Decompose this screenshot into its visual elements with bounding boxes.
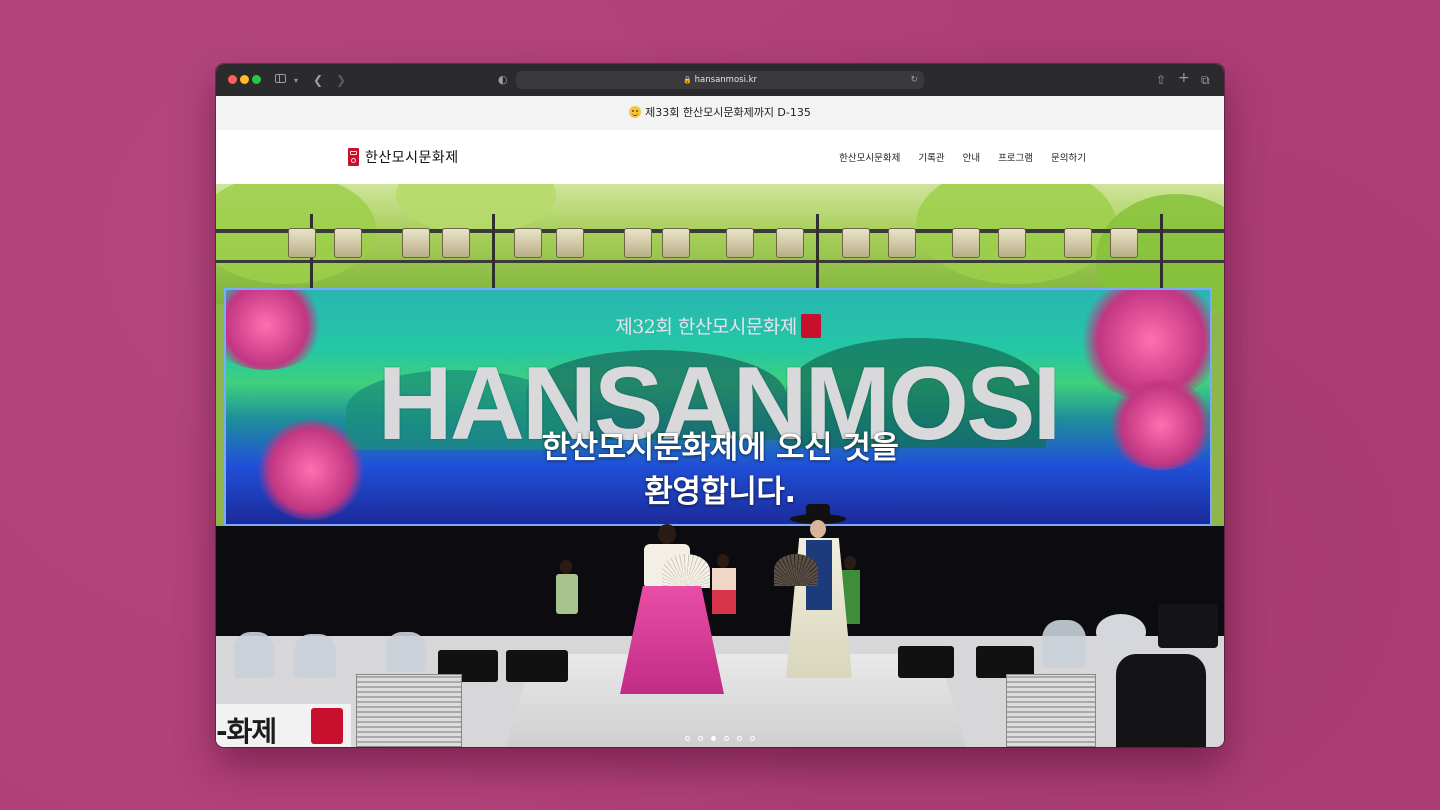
mosi-lantern: [1110, 228, 1138, 258]
slider-dot-1[interactable]: [685, 736, 690, 741]
mosi-lantern: [442, 228, 470, 258]
mosi-lantern: [288, 228, 316, 258]
browser-window: ▾ ❮ ❯ ◐ 🔒 hansanmosi.kr ↻ ⇧ + ⧉ 제33회 한산모시…: [216, 64, 1224, 747]
slider-dot-2[interactable]: [698, 736, 703, 741]
seal-logo-icon: [348, 148, 359, 166]
stage-truss: [216, 260, 1224, 263]
hand-fan: [662, 554, 710, 588]
nav-item-festival[interactable]: 한산모시문화제: [839, 150, 900, 164]
covered-equipment: [386, 632, 426, 672]
hero-slider: 제32회 한산모시문화제 HANSANMOSI -화제 한산모시문화제에 오신 …: [216, 184, 1224, 747]
sidebar-toggle-icon[interactable]: [275, 74, 286, 83]
privacy-shield-icon[interactable]: ◐: [498, 72, 508, 88]
nav-item-archive[interactable]: 기록관: [918, 150, 944, 164]
nav-item-contact[interactable]: 문의하기: [1051, 150, 1086, 164]
stage-speaker: [506, 650, 568, 682]
mosi-lantern: [556, 228, 584, 258]
mosi-lantern: [998, 228, 1026, 258]
mosi-lantern: [624, 228, 652, 258]
slider-pagination: [216, 726, 1224, 745]
slider-dot-5[interactable]: [737, 736, 742, 741]
slider-dot-3[interactable]: [711, 736, 716, 741]
announcement-bar: 제33회 한산모시문화제까지 D-135: [216, 96, 1224, 130]
mosi-lantern: [888, 228, 916, 258]
forward-arrow-icon[interactable]: ❯: [336, 72, 346, 88]
mosi-lantern: [1064, 228, 1092, 258]
mosi-lantern: [334, 228, 362, 258]
mosi-lantern: [726, 228, 754, 258]
mosi-lantern: [514, 228, 542, 258]
back-arrow-icon[interactable]: ❮: [313, 72, 323, 88]
reload-icon[interactable]: ↻: [910, 71, 918, 89]
announcement-text: 제33회 한산모시문화제까지 D-135: [645, 106, 811, 119]
smiling-face-icon: [629, 106, 642, 118]
slider-dot-4[interactable]: [724, 736, 729, 741]
mosi-lantern: [952, 228, 980, 258]
covered-equipment: [294, 634, 336, 678]
url-text: hansanmosi.kr: [694, 75, 758, 85]
hero-headline-line-1: 한산모시문화제에 오신 것을: [541, 430, 899, 466]
close-window-button[interactable]: [228, 75, 237, 84]
tab-overview-icon[interactable]: ⧉: [1201, 72, 1210, 88]
mosi-lantern: [662, 228, 690, 258]
new-tab-icon[interactable]: +: [1178, 70, 1190, 86]
mosi-lantern: [402, 228, 430, 258]
hero-headline: 한산모시문화제에 오신 것을 환영합니다.: [216, 426, 1224, 514]
performer-girl-hanbok: [620, 524, 730, 704]
nav-item-guide[interactable]: 안내: [963, 150, 980, 164]
zoom-window-button[interactable]: [252, 75, 261, 84]
browser-toolbar: ▾ ❮ ❯ ◐ 🔒 hansanmosi.kr ↻ ⇧ + ⧉: [216, 64, 1224, 97]
truss-post: [1160, 214, 1163, 294]
covered-equipment: [234, 632, 274, 678]
hero-headline-line-2: 환영합니다.: [644, 474, 796, 510]
hand-fan: [774, 554, 818, 586]
web-page: 제33회 한산모시문화제까지 D-135 한산모시문화제 한산모시문화제 기록관…: [216, 96, 1224, 747]
covered-equipment: [1042, 620, 1086, 668]
minimize-window-button[interactable]: [240, 75, 249, 84]
banner-title: 제32회 한산모시문화제: [226, 312, 1210, 339]
stage-speaker: [898, 646, 954, 678]
mosi-lantern: [776, 228, 804, 258]
nav-item-program[interactable]: 프로그램: [998, 150, 1033, 164]
performer-boy-hanbok: [774, 504, 886, 704]
lock-icon: 🔒: [682, 76, 692, 84]
share-icon[interactable]: ⇧: [1156, 72, 1166, 88]
chevron-down-icon[interactable]: ▾: [294, 73, 298, 89]
site-logo[interactable]: 한산모시문화제: [348, 147, 459, 167]
site-header: 한산모시문화제 한산모시문화제 기록관 안내 프로그램 문의하기: [216, 130, 1224, 185]
address-bar[interactable]: 🔒 hansanmosi.kr ↻: [516, 71, 924, 89]
mosi-lantern: [842, 228, 870, 258]
seal-stamp-icon: [800, 314, 821, 338]
truss-post: [816, 214, 819, 294]
slider-dot-6[interactable]: [750, 736, 755, 741]
truss-post: [492, 214, 495, 294]
main-nav: 한산모시문화제 기록관 안내 프로그램 문의하기: [839, 130, 1086, 184]
logo-text: 한산모시문화제: [365, 150, 459, 166]
